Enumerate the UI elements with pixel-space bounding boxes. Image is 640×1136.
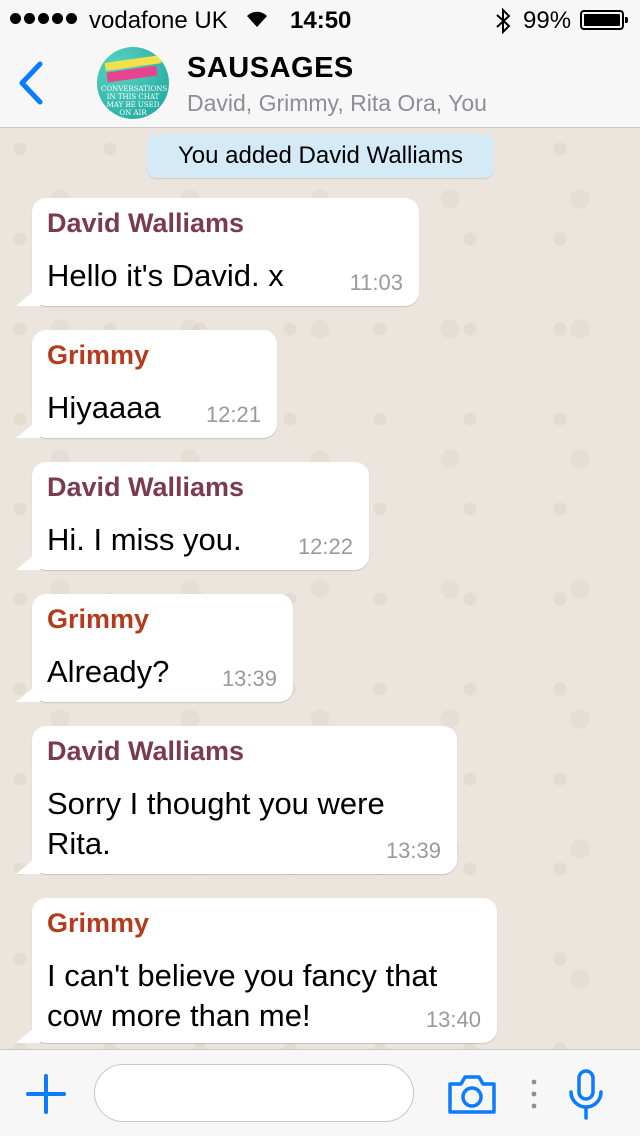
battery-percent: 99% (523, 7, 572, 34)
message-sender: Grimmy (47, 340, 150, 370)
message-text-line: I can't believe you fancy that (47, 958, 438, 993)
message-bubble[interactable]: David Walliams Sorry I thought you were … (32, 726, 457, 874)
message-sender: David Walliams (47, 736, 245, 766)
group-title[interactable]: SAUSAGES (187, 52, 354, 85)
message-sender: David Walliams (47, 472, 245, 502)
microphone-icon[interactable] (566, 1068, 606, 1122)
carrier-name: vodafone UK (89, 7, 228, 34)
message-sender: Grimmy (47, 908, 150, 938)
battery-icon (580, 10, 628, 30)
bluetooth-icon (496, 8, 511, 34)
avatar-caption: CONVERSATIONS IN THIS CHAT MAY BE USED O… (101, 85, 168, 117)
signal-strength-icon (10, 9, 77, 24)
message-time: 13:40 (425, 1007, 481, 1032)
more-dots-icon[interactable] (530, 1076, 538, 1112)
message-text-line: cow more than me! (47, 998, 311, 1033)
message-bubble[interactable]: Grimmy I can't believe you fancy that co… (32, 898, 497, 1043)
message-input[interactable] (94, 1064, 414, 1122)
message-sender: David Walliams (47, 208, 245, 238)
group-members[interactable]: David, Grimmy, Rita Ora, You (187, 90, 487, 117)
message-text: Already? (47, 654, 170, 689)
message-time: 13:39 (221, 666, 277, 691)
message-list: You added David Walliams David Walliams … (0, 129, 640, 1049)
message-bubble[interactable]: David Walliams Hello it's David. x 11:03 (32, 198, 419, 306)
status-bar: vodafone UK 14:50 99% (0, 0, 640, 40)
system-message: You added David Walliams (147, 134, 494, 178)
message-time: 12:21 (205, 402, 261, 427)
back-chevron-icon[interactable] (12, 58, 52, 108)
message-time: 13:39 (385, 838, 441, 863)
wifi-icon (247, 11, 267, 27)
message-text-line: Sorry I thought you were (47, 786, 385, 821)
composer-bar (0, 1049, 640, 1136)
message-text: I can't believe you fancy that cow more … (47, 956, 437, 1036)
message-sender: Grimmy (47, 604, 150, 634)
message-text-line: Rita. (47, 826, 111, 861)
camera-icon[interactable] (446, 1072, 498, 1116)
status-time: 14:50 (290, 7, 352, 34)
message-time: 12:22 (297, 534, 353, 559)
chat-header: CONVERSATIONS IN THIS CHAT MAY BE USED O… (0, 40, 640, 128)
message-bubble[interactable]: Grimmy Hiyaaaa 12:21 (32, 330, 277, 438)
message-text: Hi. I miss you. (47, 522, 242, 557)
plus-icon[interactable] (26, 1074, 66, 1114)
group-avatar[interactable]: CONVERSATIONS IN THIS CHAT MAY BE USED O… (97, 47, 169, 119)
message-text: Sorry I thought you were Rita. (47, 784, 385, 864)
whatsapp-group-chat: vodafone UK 14:50 99% CONVERSATIONS IN T… (0, 0, 640, 1136)
message-time: 11:03 (349, 270, 403, 295)
message-text: Hello it's David. x (47, 258, 284, 293)
message-text: Hiyaaaa (47, 390, 161, 425)
message-bubble[interactable]: Grimmy Already? 13:39 (32, 594, 293, 702)
message-bubble[interactable]: David Walliams Hi. I miss you. 12:22 (32, 462, 369, 570)
